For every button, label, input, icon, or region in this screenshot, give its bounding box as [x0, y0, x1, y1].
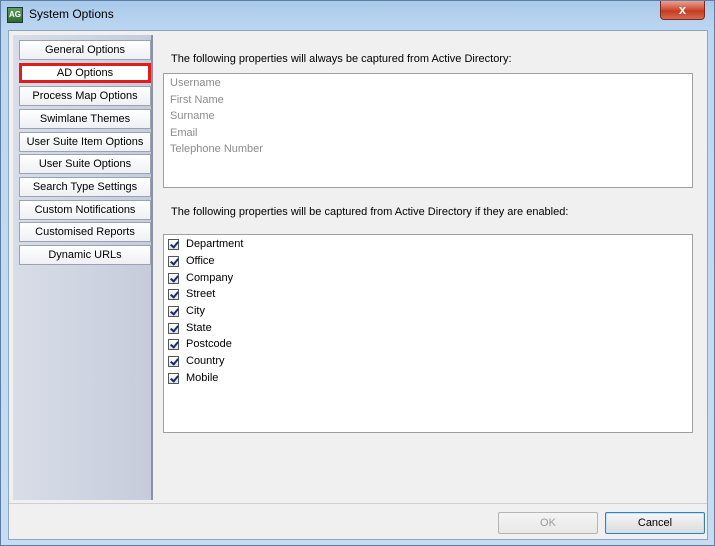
list-item: Telephone Number: [170, 143, 263, 155]
checkbox-checked-icon[interactable]: [168, 273, 179, 284]
checkbox-checked-icon[interactable]: [168, 373, 179, 384]
checkbox-label: State: [186, 322, 212, 334]
checkbox-checked-icon[interactable]: [168, 356, 179, 367]
ok-button[interactable]: OK: [498, 512, 598, 534]
checkbox-label: City: [186, 305, 205, 317]
system-options-dialog: AG System Options x General Options AD O…: [0, 0, 715, 546]
sidebar-item-customised-reports[interactable]: Customised Reports: [19, 222, 151, 242]
checkbox-label: Street: [186, 288, 216, 300]
sidebar-item-custom-notifications[interactable]: Custom Notifications: [19, 200, 151, 220]
options-sidebar: General Options AD Options Process Map O…: [13, 35, 153, 500]
sidebar-item-swimlane-themes[interactable]: Swimlane Themes: [19, 109, 151, 129]
cancel-button[interactable]: Cancel: [605, 512, 705, 534]
list-item: Surname: [170, 110, 215, 122]
checkbox-label: Postcode: [186, 338, 232, 350]
checkbox-checked-icon[interactable]: [168, 306, 179, 317]
dialog-body: General Options AD Options Process Map O…: [8, 30, 708, 540]
list-item: Email: [170, 127, 198, 139]
optional-properties-list[interactable]: Department Office Company Street City St…: [163, 234, 693, 433]
checkbox-label: Department: [186, 238, 244, 250]
sidebar-item-dynamic-urls[interactable]: Dynamic URLs: [19, 245, 151, 265]
sidebar-item-user-suite-item-options[interactable]: User Suite Item Options: [19, 132, 151, 152]
checkbox-label: Office: [186, 255, 215, 267]
sidebar-item-search-type-settings[interactable]: Search Type Settings: [19, 177, 151, 197]
optional-captured-heading: The following properties will be capture…: [171, 206, 569, 218]
list-item: First Name: [170, 94, 224, 106]
close-icon: x: [678, 2, 687, 17]
sidebar-item-process-map-options[interactable]: Process Map Options: [19, 86, 151, 106]
checkbox-label: Country: [186, 355, 225, 367]
checkbox-checked-icon[interactable]: [168, 323, 179, 334]
window-title: System Options: [29, 7, 114, 21]
checkbox-checked-icon[interactable]: [168, 239, 179, 250]
sidebar-item-general-options[interactable]: General Options: [19, 40, 151, 60]
always-captured-heading: The following properties will always be …: [171, 53, 512, 65]
checkbox-checked-icon[interactable]: [168, 339, 179, 350]
footer-divider: [9, 503, 707, 504]
checkbox-checked-icon[interactable]: [168, 289, 179, 300]
sidebar-item-ad-options[interactable]: AD Options: [19, 63, 151, 83]
checkbox-checked-icon[interactable]: [168, 256, 179, 267]
checkbox-label: Company: [186, 272, 234, 284]
title-bar[interactable]: AG System Options x: [1, 1, 714, 28]
ad-options-panel: The following properties will always be …: [155, 35, 703, 500]
sidebar-item-user-suite-options[interactable]: User Suite Options: [19, 154, 151, 174]
checkbox-label: Mobile: [186, 372, 219, 384]
list-item: Username: [170, 77, 221, 89]
always-captured-list[interactable]: Username First Name Surname Email Teleph…: [163, 73, 693, 188]
close-button[interactable]: x: [660, 1, 705, 20]
app-icon: AG: [7, 7, 23, 23]
